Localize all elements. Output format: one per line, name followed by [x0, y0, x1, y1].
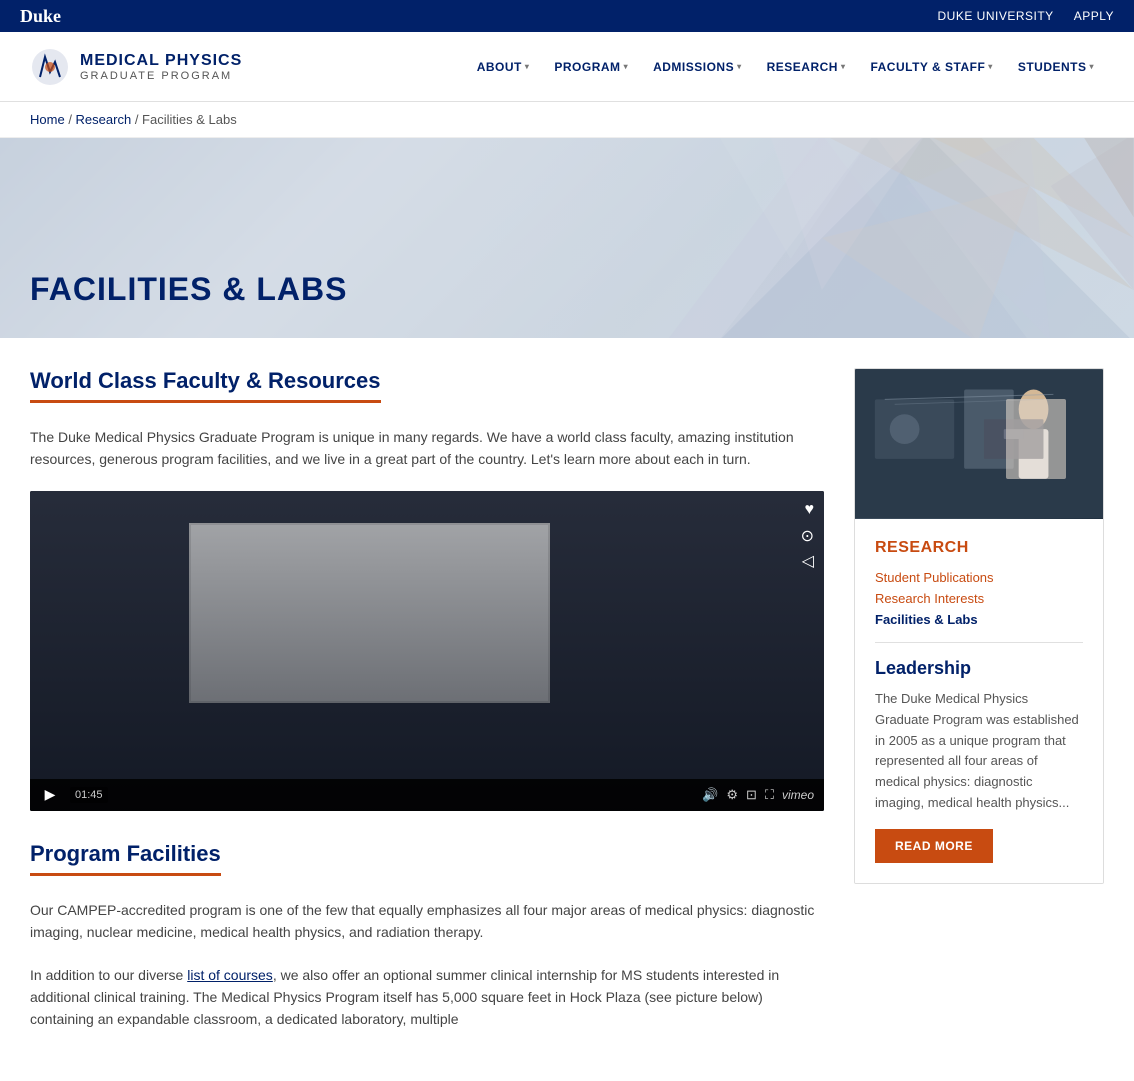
sidebar-research-links: Student Publications Research Interests …: [875, 569, 1083, 627]
sidebar-research-title[interactable]: RESEARCH: [875, 539, 1083, 557]
nav-admissions[interactable]: ADMISSIONS ▾: [643, 55, 752, 79]
para2-before-link: In addition to our diverse: [30, 967, 187, 983]
heart-icon[interactable]: ♥: [805, 501, 815, 519]
fullscreen-icon[interactable]: ⛶: [765, 787, 774, 803]
chevron-down-icon: ▾: [525, 62, 530, 71]
nav-students[interactable]: STUDENTS ▾: [1008, 55, 1104, 79]
section2-para2: In addition to our diverse list of cours…: [30, 964, 824, 1031]
page-title: FACILITIES & LABS: [30, 271, 347, 308]
sidebar-link-facilities-labs: Facilities & Labs: [875, 611, 1083, 627]
sidebar-leadership-text: The Duke Medical Physics Graduate Progra…: [875, 689, 1083, 814]
world-class-section: World Class Faculty & Resources The Duke…: [30, 368, 824, 471]
nav-faculty-staff[interactable]: FACULTY & STAFF ▾: [860, 55, 1002, 79]
research-interests-link[interactable]: Research Interests: [875, 591, 984, 606]
video-icons: 🔊 ⚙ ⊡ ⛶ vimeo: [702, 787, 814, 803]
logo-text: MEDICAL PHYSICS GRADUATE PROGRAM: [80, 52, 242, 82]
bookmark-icon[interactable]: ⊙: [801, 526, 814, 546]
section1-title: World Class Faculty & Resources: [30, 368, 381, 403]
breadcrumb: Home / Research / Facilities & Labs: [0, 102, 1134, 138]
breadcrumb-current: Facilities & Labs: [142, 112, 237, 127]
content-wrapper: World Class Faculty & Resources The Duke…: [0, 338, 1134, 1081]
video-timestamp: 01:45: [70, 787, 108, 803]
chevron-down-icon: ▾: [624, 62, 629, 71]
nav-about[interactable]: ABOUT ▾: [467, 55, 540, 79]
share-icon[interactable]: ◁: [802, 551, 814, 571]
site-logo[interactable]: MEDICAL PHYSICS GRADUATE PROGRAM: [30, 47, 242, 87]
play-button[interactable]: ▶: [40, 785, 60, 805]
chevron-down-icon: ▾: [988, 62, 993, 71]
read-more-button[interactable]: READ MORE: [875, 829, 993, 863]
logo-sub-title: GRADUATE PROGRAM: [80, 70, 242, 82]
hero-triangles: [510, 138, 1134, 338]
breadcrumb-research[interactable]: Research: [76, 112, 132, 127]
nav-links: ABOUT ▾ PROGRAM ▾ ADMISSIONS ▾ RESEARCH …: [467, 55, 1104, 79]
sidebar-lab-image: [855, 369, 1103, 519]
sidebar-card: RESEARCH Student Publications Research I…: [854, 368, 1104, 884]
hero-banner: FACILITIES & LABS: [0, 138, 1134, 338]
main-content: World Class Faculty & Resources The Duke…: [30, 368, 824, 1051]
nav-research[interactable]: RESEARCH ▾: [757, 55, 856, 79]
program-facilities-section: Program Facilities Our CAMPEP-accredited…: [30, 841, 824, 1031]
settings-icon[interactable]: ⚙: [726, 787, 738, 803]
chevron-down-icon: ▾: [1089, 62, 1094, 71]
chevron-down-icon: ▾: [737, 62, 742, 71]
sidebar-leadership-title: Leadership: [875, 658, 1083, 679]
logo-main-title: MEDICAL PHYSICS: [80, 52, 242, 70]
main-nav: MEDICAL PHYSICS GRADUATE PROGRAM ABOUT ▾…: [0, 32, 1134, 102]
sidebar-divider: [875, 642, 1083, 643]
top-links: DUKE UNIVERSITY APPLY: [938, 9, 1115, 23]
duke-university-link[interactable]: DUKE UNIVERSITY: [938, 9, 1054, 23]
list-of-courses-link[interactable]: list of courses: [187, 967, 273, 983]
duke-logo[interactable]: Duke: [20, 6, 61, 27]
picture-in-picture-icon[interactable]: ⊡: [746, 787, 757, 803]
student-publications-link[interactable]: Student Publications: [875, 570, 994, 585]
site-logo-icon: [30, 47, 70, 87]
sidebar-link-research-interests: Research Interests: [875, 590, 1083, 606]
section2-title: Program Facilities: [30, 841, 221, 876]
section2-para1: Our CAMPEP-accredited program is one of …: [30, 899, 824, 944]
nav-program[interactable]: PROGRAM ▾: [544, 55, 638, 79]
vimeo-label: vimeo: [782, 788, 814, 802]
volume-icon[interactable]: 🔊: [702, 787, 718, 803]
sidebar-link-student-publications: Student Publications: [875, 569, 1083, 585]
section1-body: The Duke Medical Physics Graduate Progra…: [30, 426, 824, 471]
top-bar: Duke DUKE UNIVERSITY APPLY: [0, 0, 1134, 32]
apply-link[interactable]: APPLY: [1074, 9, 1114, 23]
breadcrumb-home[interactable]: Home: [30, 112, 65, 127]
video-overlay: [30, 491, 824, 811]
lab-photo-svg: [855, 369, 1103, 519]
sidebar-content: RESEARCH Student Publications Research I…: [855, 519, 1103, 883]
video-controls: ▶ 01:45 🔊 ⚙ ⊡ ⛶ vimeo: [30, 779, 824, 811]
video-embed: ♥ ⊙ ◁ ▶ 01:45 🔊 ⚙ ⊡ ⛶ vimeo: [30, 491, 824, 811]
chevron-down-icon: ▾: [841, 62, 846, 71]
facilities-labs-link[interactable]: Facilities & Labs: [875, 612, 978, 627]
video-screen: ♥ ⊙ ◁: [30, 491, 824, 811]
sidebar: RESEARCH Student Publications Research I…: [854, 368, 1104, 1051]
